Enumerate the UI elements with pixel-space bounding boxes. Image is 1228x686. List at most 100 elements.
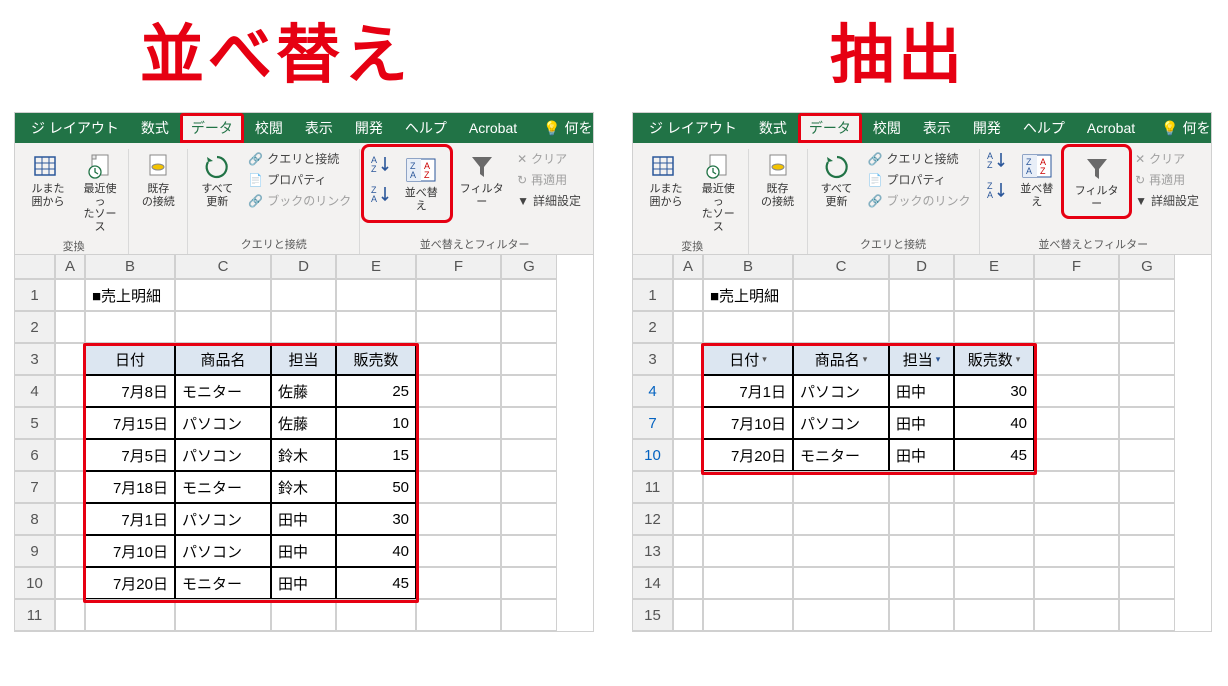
- cell[interactable]: [793, 279, 889, 311]
- from-table-range-button[interactable]: ルまた 囲から: [643, 149, 689, 210]
- tab-view[interactable]: 表示: [913, 114, 961, 142]
- filter-dropdown-icon[interactable]: ▾: [762, 354, 767, 365]
- cell[interactable]: [673, 567, 703, 599]
- cell[interactable]: [416, 567, 501, 599]
- cell[interactable]: [673, 279, 703, 311]
- col-header[interactable]: B: [85, 255, 175, 279]
- cell[interactable]: [416, 375, 501, 407]
- tab-view[interactable]: 表示: [295, 114, 343, 142]
- tab-formulas[interactable]: 数式: [131, 114, 179, 142]
- data-column-header[interactable]: 販売数: [336, 343, 416, 375]
- data-column-header[interactable]: 商品名▾: [793, 343, 889, 375]
- data-cell[interactable]: 田中: [271, 503, 336, 535]
- row-header[interactable]: 10: [15, 567, 55, 599]
- row-header[interactable]: 2: [633, 311, 673, 343]
- cell[interactable]: [793, 599, 889, 631]
- cell[interactable]: [55, 279, 85, 311]
- row-header[interactable]: 10: [633, 439, 673, 471]
- tab-review[interactable]: 校閲: [245, 114, 293, 142]
- data-cell[interactable]: 10: [336, 407, 416, 439]
- cell[interactable]: [416, 343, 501, 375]
- properties-button[interactable]: 📄プロパティ: [246, 170, 353, 189]
- queries-connections-button[interactable]: 🔗クエリと接続: [866, 149, 973, 168]
- data-cell[interactable]: 田中: [271, 535, 336, 567]
- row-header[interactable]: 3: [15, 343, 55, 375]
- cell[interactable]: [416, 311, 501, 343]
- data-cell[interactable]: モニター: [175, 567, 271, 599]
- cell[interactable]: [1119, 343, 1175, 375]
- cell[interactable]: [55, 439, 85, 471]
- advanced-filter-button[interactable]: ▼詳細設定: [515, 191, 583, 210]
- cell[interactable]: [336, 279, 416, 311]
- data-cell[interactable]: 鈴木: [271, 439, 336, 471]
- cell[interactable]: [703, 503, 793, 535]
- data-cell[interactable]: モニター: [175, 471, 271, 503]
- row-header[interactable]: 9: [15, 535, 55, 567]
- cell[interactable]: [793, 567, 889, 599]
- row-header[interactable]: 3: [633, 343, 673, 375]
- row-header[interactable]: 8: [15, 503, 55, 535]
- tab-layout[interactable]: ジ レイアウト: [21, 114, 129, 142]
- cell[interactable]: [889, 471, 954, 503]
- sort-asc-button[interactable]: AZ: [370, 153, 392, 175]
- cell[interactable]: [1119, 567, 1175, 599]
- row-header[interactable]: 14: [633, 567, 673, 599]
- select-all-corner[interactable]: [15, 255, 55, 279]
- tab-acrobat[interactable]: Acrobat: [459, 116, 527, 140]
- cell[interactable]: [416, 503, 501, 535]
- data-cell[interactable]: モニター: [793, 439, 889, 471]
- data-cell[interactable]: 7月10日: [85, 535, 175, 567]
- cell[interactable]: [271, 599, 336, 631]
- row-header[interactable]: 1: [15, 279, 55, 311]
- cell[interactable]: [1034, 599, 1119, 631]
- col-header[interactable]: D: [889, 255, 954, 279]
- data-cell[interactable]: 7月1日: [703, 375, 793, 407]
- cell[interactable]: [673, 407, 703, 439]
- cell[interactable]: [1034, 407, 1119, 439]
- cell[interactable]: [55, 599, 85, 631]
- tab-help[interactable]: ヘルプ: [1013, 114, 1075, 142]
- row-header[interactable]: 12: [633, 503, 673, 535]
- data-cell[interactable]: 7月20日: [703, 439, 793, 471]
- filter-button[interactable]: フィルター: [1066, 149, 1127, 214]
- row-header[interactable]: 2: [15, 311, 55, 343]
- cell[interactable]: [954, 567, 1034, 599]
- refresh-all-button[interactable]: すべて 更新: [194, 149, 240, 210]
- data-cell[interactable]: パソコン: [175, 535, 271, 567]
- data-cell[interactable]: 鈴木: [271, 471, 336, 503]
- cell[interactable]: [703, 567, 793, 599]
- cell[interactable]: [954, 503, 1034, 535]
- filter-dropdown-icon[interactable]: ▾: [863, 354, 868, 365]
- col-header[interactable]: G: [501, 255, 557, 279]
- sort-desc-button[interactable]: ZA: [986, 179, 1008, 201]
- cell[interactable]: [703, 471, 793, 503]
- cell[interactable]: [85, 311, 175, 343]
- cell[interactable]: [793, 311, 889, 343]
- col-header[interactable]: A: [673, 255, 703, 279]
- cell[interactable]: [673, 535, 703, 567]
- cell[interactable]: [889, 535, 954, 567]
- tab-data[interactable]: データ: [181, 114, 243, 142]
- filter-funnel-icon[interactable]: ▾: [936, 354, 941, 365]
- row-header[interactable]: 4: [15, 375, 55, 407]
- tellme[interactable]: 💡 何を: [533, 114, 602, 142]
- tab-review[interactable]: 校閲: [863, 114, 911, 142]
- existing-connections-button[interactable]: 既存 の接続: [755, 149, 801, 210]
- recent-sources-button[interactable]: 最近使っ たソース: [695, 149, 742, 236]
- data-cell[interactable]: 田中: [889, 375, 954, 407]
- data-cell[interactable]: 7月15日: [85, 407, 175, 439]
- row-header[interactable]: 6: [15, 439, 55, 471]
- sort-button[interactable]: ZAAZ 並べ替え: [398, 153, 444, 214]
- cell[interactable]: [889, 599, 954, 631]
- cell[interactable]: [55, 471, 85, 503]
- data-column-header[interactable]: 日付: [85, 343, 175, 375]
- cell[interactable]: [1119, 311, 1175, 343]
- cell[interactable]: [1034, 471, 1119, 503]
- data-cell[interactable]: パソコン: [793, 375, 889, 407]
- row-header[interactable]: 4: [633, 375, 673, 407]
- cell[interactable]: [1119, 407, 1175, 439]
- cell[interactable]: [889, 503, 954, 535]
- cell[interactable]: [1119, 471, 1175, 503]
- filter-dropdown-icon[interactable]: ▾: [1016, 354, 1021, 365]
- cell[interactable]: [501, 471, 557, 503]
